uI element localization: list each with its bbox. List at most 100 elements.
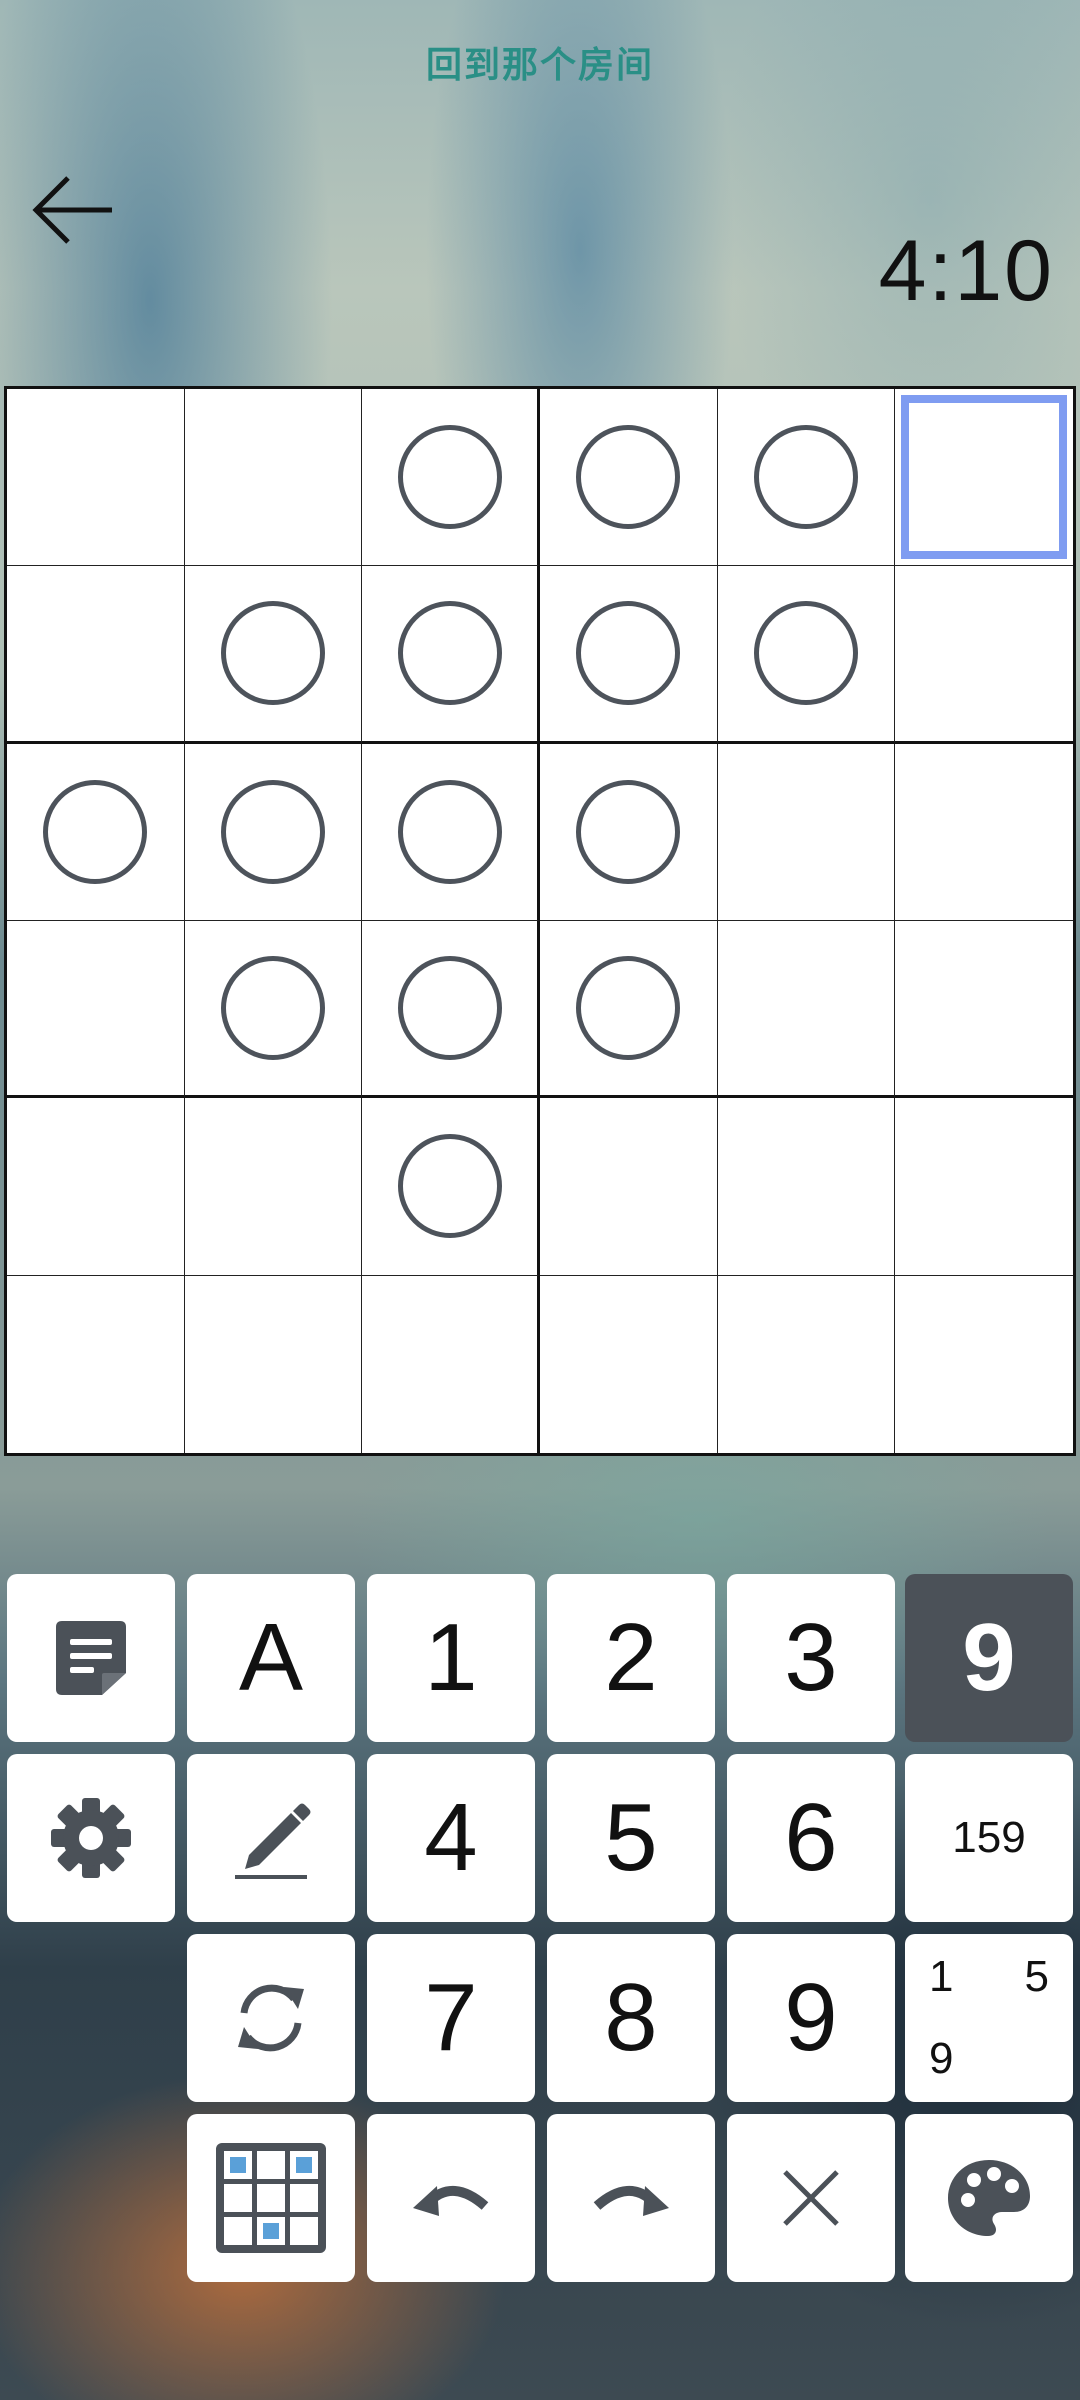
grid-cell-r0-c5[interactable] [895,389,1073,567]
grid-cell-r4-c1[interactable] [184,1098,363,1276]
grid-cell-r4-c2[interactable] [362,1098,540,1276]
pencil-icon [235,1803,311,1879]
grid-cell-r0-c1[interactable] [184,389,363,567]
digit-label: 7 [424,1964,478,2071]
undo-icon [413,2185,489,2216]
redo-button[interactable] [547,2114,715,2282]
corner-candidate-9: 9 [929,2034,954,2083]
grid-cell-r3-c0[interactable] [7,920,185,1099]
candidate-corner-key[interactable]: 1 5 9 [905,1934,1073,2102]
digit-label: 9 [784,1964,838,2071]
grid-cell-r5-c0[interactable] [7,1275,185,1453]
grid-cell-r0-c2[interactable] [362,389,540,567]
settings-button[interactable] [7,1754,175,1922]
circle-marker [220,956,325,1061]
digit-label: 2 [604,1604,658,1711]
corner-candidate-1: 1 [929,1952,954,2001]
circle-marker [43,779,148,884]
redo-icon [593,2185,669,2216]
grid-cell-r0-c0[interactable] [7,389,185,567]
back-arrow-icon [32,176,112,244]
close-icon [783,2170,839,2226]
grid-cell-r4-c0[interactable] [7,1098,185,1276]
digit-8-key[interactable]: 8 [547,1934,715,2102]
active-digit-label: 9 [962,1604,1016,1711]
grid-cell-r2-c5[interactable] [895,744,1073,921]
digit-7-key[interactable]: 7 [367,1934,535,2102]
grid-cell-r1-c0[interactable] [7,566,185,744]
grid-cell-r1-c4[interactable] [717,566,896,744]
grid-cell-r4-c5[interactable] [895,1098,1073,1276]
notes-button[interactable] [7,1574,175,1742]
circle-marker [397,425,502,530]
pencil-button[interactable] [187,1754,355,1922]
digit-1-key[interactable]: 1 [367,1574,535,1742]
grid-cell-r5-c1[interactable] [185,1275,363,1453]
digit-5-key[interactable]: 5 [547,1754,715,1922]
circle-marker [397,601,502,706]
digit-label: 1 [424,1604,478,1711]
grid-cell-r3-c3[interactable] [540,920,718,1099]
circle-marker [576,779,681,884]
digit-label: 5 [604,1784,658,1891]
circle-marker [576,601,681,706]
grid-cell-r0-c4[interactable] [717,389,896,567]
grid-cell-r1-c5[interactable] [895,566,1073,744]
back-button[interactable] [28,168,118,248]
circle-marker [576,956,681,1061]
digit-label: 8 [604,1964,658,2071]
letter-a-key[interactable]: A [187,1574,355,1742]
gear-icon [51,1798,131,1878]
page-title: 回到那个房间 [425,44,654,86]
circle-marker [397,956,502,1061]
grid-cell-r2-c4[interactable] [717,743,896,921]
grid-cell-r4-c3[interactable] [540,1098,718,1276]
grid-view-button[interactable] [187,2114,355,2282]
digit-3-key[interactable]: 3 [727,1574,895,1742]
undo-button[interactable] [367,2114,535,2282]
digit-6-key[interactable]: 6 [727,1754,895,1922]
circle-marker [220,779,325,884]
grid-cell-r3-c5[interactable] [895,921,1073,1099]
grid-cell-r1-c2[interactable] [362,566,540,744]
grid-cell-r2-c3[interactable] [540,743,718,921]
circle-marker [397,779,502,884]
candidate-inline-label: 159 [952,1813,1026,1862]
digit-label: 6 [784,1784,838,1891]
digit-2-key[interactable]: 2 [547,1574,715,1742]
grid-cell-r2-c0[interactable] [7,743,185,921]
grid-cell-r3-c2[interactable] [362,920,540,1099]
grid-cell-r5-c4[interactable] [718,1275,896,1453]
grid-cell-r5-c3[interactable] [540,1275,718,1453]
circle-marker [397,1134,502,1239]
grid-cell-r2-c2[interactable] [362,743,540,921]
circle-marker [576,425,681,530]
circle-marker [753,425,858,530]
grid-cell-r5-c2[interactable] [362,1275,540,1453]
active-digit-key[interactable]: 9 [905,1574,1073,1742]
grid-cell-r4-c4[interactable] [717,1098,896,1276]
grid-cell-r2-c1[interactable] [184,743,363,921]
grid-cell-r3-c4[interactable] [717,920,896,1099]
letter-a-label: A [238,1604,304,1711]
color-palette-button[interactable] [905,2114,1073,2282]
digit-label: 4 [424,1784,478,1891]
palette-icon [948,2160,1030,2236]
refresh-button[interactable] [187,1934,355,2102]
refresh-icon [238,1984,304,2052]
puzzle-grid [4,386,1076,1456]
digit-9-key[interactable]: 9 [727,1934,895,2102]
circle-marker [220,601,325,706]
digit-4-key[interactable]: 4 [367,1754,535,1922]
notes-icon [56,1621,126,1695]
grid-cell-r5-c5[interactable] [895,1276,1073,1453]
grid-cell-r3-c1[interactable] [184,920,363,1099]
candidate-inline-key[interactable]: 159 [905,1754,1073,1922]
digit-label: 3 [784,1604,838,1711]
timer: 4:10 [878,223,1054,319]
clear-button[interactable] [727,2114,895,2282]
grid-cell-r1-c3[interactable] [540,566,718,744]
grid-cell-r1-c1[interactable] [184,566,363,744]
grid-cell-r0-c3[interactable] [540,389,718,567]
corner-candidate-5: 5 [1024,1952,1049,2001]
